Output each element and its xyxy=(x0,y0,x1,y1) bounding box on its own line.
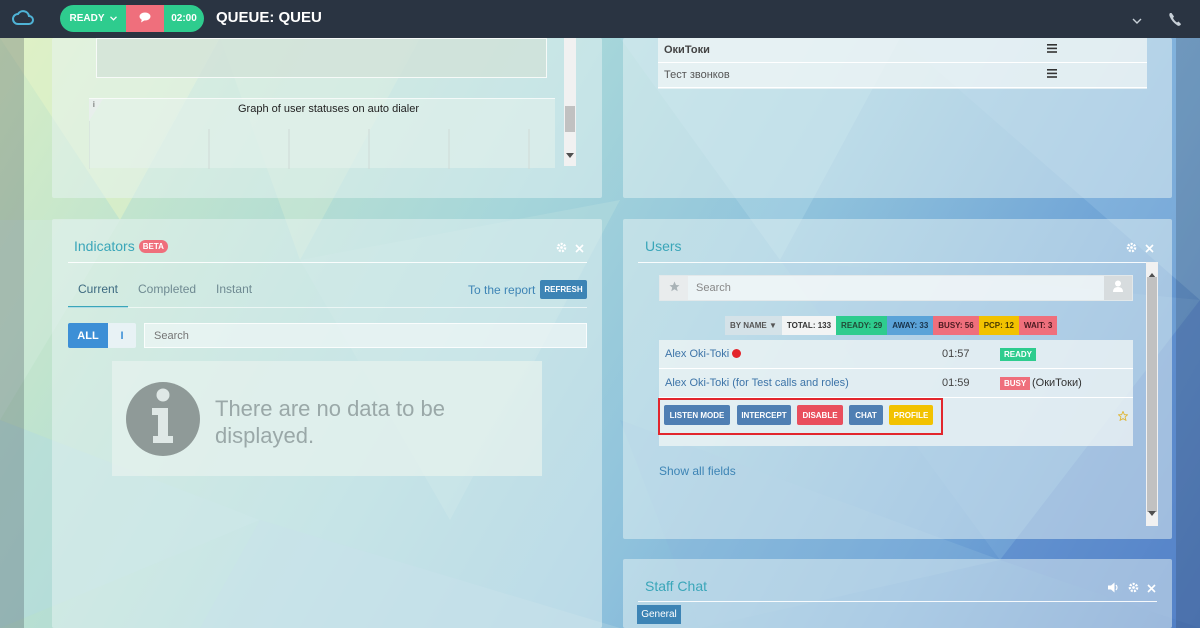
indicators-search-input[interactable] xyxy=(144,323,587,348)
beta-badge: BETA xyxy=(138,240,168,253)
list-item[interactable]: Тест звонков xyxy=(658,63,1147,88)
divider xyxy=(638,601,1157,602)
status-dropdown-button[interactable]: READY xyxy=(60,5,126,32)
tab-instant[interactable]: Instant xyxy=(206,282,262,308)
status-badge: BUSY xyxy=(1000,377,1031,390)
empty-state: There are no data to be displayed. xyxy=(112,361,542,476)
chevron-down-icon xyxy=(109,13,117,24)
indicators-controls xyxy=(556,240,584,258)
queue-list: ОкиТоки Тест звонков xyxy=(658,38,1147,89)
staff-chat-controls xyxy=(1108,580,1156,598)
user-queue: (ОкиТоки) xyxy=(1032,377,1082,389)
status-label: READY xyxy=(69,13,105,24)
filter-toggle: ALL I xyxy=(68,323,136,348)
star-icon[interactable] xyxy=(1117,408,1129,426)
list-item-label: ОкиТоки xyxy=(664,44,710,56)
chat-room-general[interactable]: General xyxy=(637,605,681,624)
info-icon: i xyxy=(93,100,95,109)
chat-button[interactable]: CHAT xyxy=(849,405,883,425)
indicators-title-text: Indicators xyxy=(74,238,135,254)
stat-ready[interactable]: READY: 29 xyxy=(836,316,888,335)
scrollbar-thumb[interactable] xyxy=(1147,277,1157,512)
user-name[interactable]: Alex Oki-Toki xyxy=(665,348,742,360)
stat-away[interactable]: AWAY: 33 xyxy=(887,316,934,335)
divider xyxy=(638,262,1157,263)
stat-busy[interactable]: BUSY: 56 xyxy=(933,316,979,335)
close-icon[interactable] xyxy=(1147,580,1156,598)
graph-scrollbar[interactable] xyxy=(564,38,576,166)
users-controls xyxy=(1126,240,1154,258)
queue-title: QUEUE: QUEU xyxy=(216,9,322,26)
staff-chat-title: Staff Chat xyxy=(645,578,708,594)
chat-bubble-icon xyxy=(139,10,151,28)
users-search: Search xyxy=(659,275,1133,301)
chat-bubble-button[interactable] xyxy=(126,5,164,32)
graph-title: Graph of user statuses on auto dialer xyxy=(238,103,419,115)
stat-wait[interactable]: WAIT: 3 xyxy=(1018,316,1058,335)
disable-button[interactable]: DISABLE xyxy=(797,405,843,425)
scroll-down-arrow-icon[interactable] xyxy=(566,146,574,164)
filter-i-button[interactable]: I xyxy=(108,323,136,348)
divider xyxy=(68,307,587,308)
user-filter-button[interactable] xyxy=(1104,276,1132,300)
report-link[interactable]: To the report xyxy=(468,283,535,297)
info-circle-icon xyxy=(126,377,200,466)
refresh-button[interactable]: REFRESH xyxy=(540,280,587,299)
status-timer: 02:00 xyxy=(164,5,204,32)
star-icon xyxy=(669,279,680,297)
indicators-title: Indicators BETA xyxy=(74,238,168,254)
cloud-logo-icon[interactable] xyxy=(12,9,34,29)
user-icon xyxy=(1113,279,1123,297)
gear-icon[interactable] xyxy=(556,240,567,258)
empty-state-message: There are no data to be displayed. xyxy=(215,396,445,448)
show-all-fields-link[interactable]: Show all fields xyxy=(659,464,736,478)
intercept-button[interactable]: INTERCEPT xyxy=(737,405,791,425)
status-dot-icon xyxy=(732,349,742,358)
listen-mode-button[interactable]: LISTEN MODE xyxy=(664,405,730,425)
table-row[interactable]: Alex Oki-Toki (for Test calls and roles)… xyxy=(659,369,1133,398)
indicators-tabs: Current Completed Instant xyxy=(68,282,262,308)
users-title: Users xyxy=(645,238,682,254)
user-time: 01:57 xyxy=(942,348,970,360)
sort-by-name-button[interactable]: BY NAME ▼ xyxy=(725,316,782,335)
scroll-down-arrow-icon[interactable] xyxy=(1148,504,1156,522)
hamburger-icon[interactable] xyxy=(1047,69,1057,81)
users-search-input[interactable]: Search xyxy=(696,282,731,294)
user-stats-bar: BY NAME ▼ TOTAL: 133 READY: 29 AWAY: 33 … xyxy=(725,316,1058,335)
volume-icon[interactable] xyxy=(1108,580,1120,598)
user-time: 01:59 xyxy=(942,377,970,389)
hamburger-icon[interactable] xyxy=(1047,44,1057,56)
favorites-button[interactable] xyxy=(660,276,688,300)
list-item[interactable]: ОкиТоки xyxy=(658,38,1147,63)
gear-icon[interactable] xyxy=(1128,580,1139,598)
tab-completed[interactable]: Completed xyxy=(128,282,206,308)
tab-current[interactable]: Current xyxy=(68,282,129,308)
user-name-text: Alex Oki-Toki xyxy=(665,348,730,360)
table-row[interactable]: Alex Oki-Toki 01:57 READY xyxy=(659,340,1133,369)
top-bar: READY 02:00 QUEUE: QUEU xyxy=(0,0,1200,38)
filter-all-button[interactable]: ALL xyxy=(68,323,108,348)
user-name[interactable]: Alex Oki-Toki (for Test calls and roles) xyxy=(665,377,849,389)
profile-button[interactable]: PROFILE xyxy=(889,405,933,425)
phone-icon[interactable] xyxy=(1168,10,1182,33)
close-icon[interactable] xyxy=(575,240,584,258)
scrollbar-thumb[interactable] xyxy=(565,106,575,132)
status-control: READY 02:00 xyxy=(60,5,204,32)
graph-box xyxy=(96,38,547,78)
gear-icon[interactable] xyxy=(1126,240,1137,258)
divider xyxy=(68,262,587,263)
list-item-label: Тест звонков xyxy=(664,69,730,81)
stat-total[interactable]: TOTAL: 133 xyxy=(781,316,837,335)
status-badge: READY xyxy=(1000,348,1037,361)
chevron-down-icon[interactable] xyxy=(1132,10,1142,33)
close-icon[interactable] xyxy=(1145,240,1154,258)
top-right-icons xyxy=(1132,10,1182,33)
stat-pcp[interactable]: PCP: 12 xyxy=(978,316,1019,335)
users-scrollbar[interactable] xyxy=(1146,262,1158,526)
